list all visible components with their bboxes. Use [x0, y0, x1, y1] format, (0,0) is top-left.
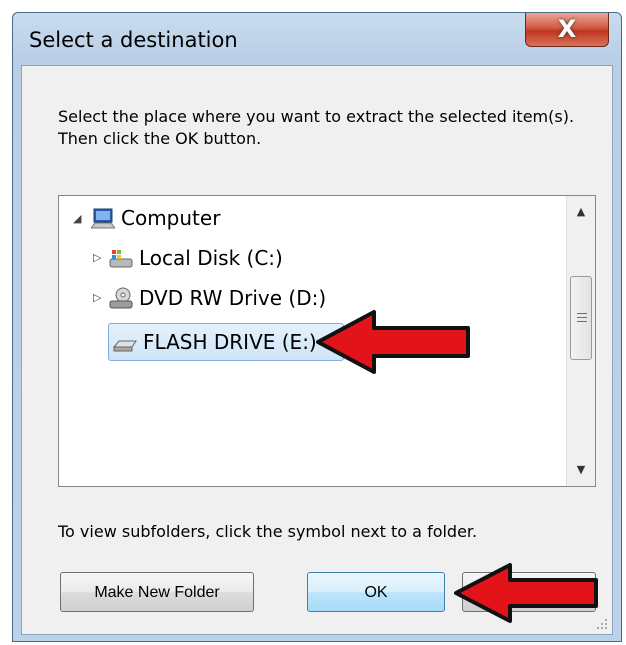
- resize-grip-icon[interactable]: [596, 618, 608, 630]
- make-new-folder-button[interactable]: Make New Folder: [60, 572, 254, 612]
- scroll-thumb[interactable]: [570, 276, 592, 360]
- expand-arrow-icon[interactable]: ▷: [93, 242, 101, 274]
- folder-tree[interactable]: ◢ Computer ▷ Local Disk (C:) ▷ DVD RW Dr…: [58, 195, 596, 487]
- close-icon: X: [557, 15, 577, 43]
- tree-item-label: Local Disk (C:): [139, 246, 283, 270]
- flash-drive-icon: [113, 340, 137, 352]
- tree-item-label: Computer: [121, 206, 221, 230]
- dialog-title: Select a destination: [29, 28, 238, 52]
- tree-scrollbar[interactable]: ▲ ▼: [566, 196, 595, 486]
- footer-hint-text: To view subfolders, click the symbol nex…: [58, 522, 478, 541]
- scroll-down-arrow-icon[interactable]: ▼: [567, 456, 595, 484]
- dvd-drive-icon: [109, 287, 133, 309]
- expand-arrow-icon[interactable]: ▷: [93, 282, 101, 314]
- scroll-up-arrow-icon[interactable]: ▲: [567, 198, 595, 226]
- instructions-text: Select the place where you want to extra…: [58, 107, 575, 148]
- close-button[interactable]: X: [525, 13, 609, 47]
- local-disk-icon: [109, 250, 133, 268]
- tree-item-label: DVD RW Drive (D:): [139, 286, 327, 310]
- dialog-window: Select a destination X Select the place …: [12, 12, 622, 642]
- title-bar[interactable]: Select a destination X: [13, 13, 621, 65]
- tree-item-label: FLASH DRIVE (E:): [143, 330, 317, 354]
- collapse-arrow-icon[interactable]: ◢: [73, 203, 81, 235]
- annotation-arrow-icon: [316, 310, 470, 374]
- dialog-body: Select the place where you want to extra…: [21, 65, 613, 635]
- ok-button[interactable]: OK: [307, 572, 445, 612]
- computer-icon: [91, 208, 115, 229]
- annotation-arrow-icon: [454, 563, 598, 623]
